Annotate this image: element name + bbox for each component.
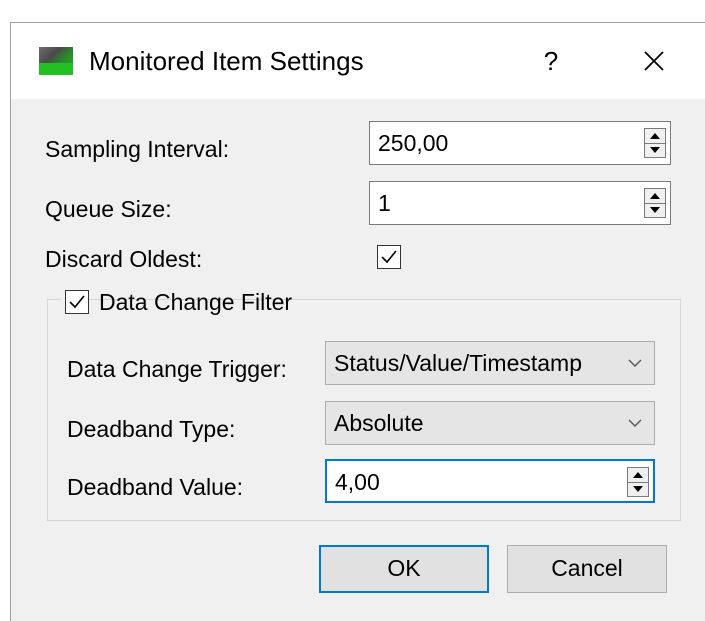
data-change-filter-checkbox[interactable] — [65, 290, 89, 314]
queue-size-spinbox[interactable]: 1 — [369, 181, 671, 225]
discard-oldest-label: Discard Oldest: — [45, 246, 203, 272]
arrow-up-icon — [650, 193, 660, 199]
data-change-trigger-value: Status/Value/Timestamp — [334, 350, 582, 376]
deadband-value-spinbox[interactable]: 4,00 — [325, 459, 655, 503]
help-button[interactable]: ? — [531, 41, 571, 81]
discard-oldest-checkbox[interactable] — [377, 245, 401, 269]
deadband-value-label: Deadband Value: — [67, 474, 244, 500]
deadband-value-stepper[interactable] — [627, 467, 649, 497]
data-change-trigger-dropdown[interactable]: Status/Value/Timestamp — [325, 341, 655, 385]
spin-down-button[interactable] — [645, 143, 665, 157]
ok-button[interactable]: OK — [319, 545, 489, 593]
checkmark-icon — [69, 295, 85, 309]
monitored-item-settings-dialog: Monitored Item Settings ? Sampling Inter… — [10, 22, 705, 621]
chevron-down-icon — [628, 359, 642, 367]
deadband-value-value[interactable]: 4,00 — [335, 468, 380, 496]
data-change-filter-label: Data Change Filter — [99, 289, 293, 315]
arrow-up-icon — [650, 133, 660, 139]
title-bar[interactable]: Monitored Item Settings ? — [11, 23, 705, 99]
sampling-interval-spinbox[interactable]: 250,00 — [369, 121, 671, 165]
sampling-interval-stepper[interactable] — [644, 128, 666, 158]
data-change-filter-toggle[interactable]: Data Change Filter — [61, 287, 292, 317]
cancel-button[interactable]: Cancel — [507, 545, 667, 593]
queue-size-stepper[interactable] — [644, 188, 666, 218]
sampling-interval-value[interactable]: 250,00 — [378, 129, 448, 157]
spin-up-button[interactable] — [645, 189, 665, 204]
arrow-down-icon — [633, 486, 643, 492]
sampling-interval-label: Sampling Interval: — [45, 136, 230, 162]
queue-size-value[interactable]: 1 — [378, 189, 391, 217]
checkmark-icon — [381, 250, 397, 264]
deadband-type-dropdown[interactable]: Absolute — [325, 401, 655, 445]
queue-size-label: Queue Size: — [45, 196, 172, 222]
close-button[interactable] — [631, 41, 677, 81]
app-icon — [39, 47, 73, 75]
close-icon — [644, 51, 664, 71]
spin-down-button[interactable] — [628, 482, 648, 496]
spin-down-button[interactable] — [645, 203, 665, 217]
spin-up-button[interactable] — [645, 129, 665, 144]
deadband-type-label: Deadband Type: — [67, 416, 236, 442]
arrow-up-icon — [633, 472, 643, 478]
chevron-down-icon — [628, 419, 642, 427]
arrow-down-icon — [650, 147, 660, 153]
data-change-trigger-label: Data Change Trigger: — [67, 356, 287, 382]
spin-up-button[interactable] — [628, 468, 648, 483]
window-title: Monitored Item Settings — [89, 46, 364, 76]
arrow-down-icon — [650, 207, 660, 213]
deadband-type-value: Absolute — [334, 410, 424, 436]
